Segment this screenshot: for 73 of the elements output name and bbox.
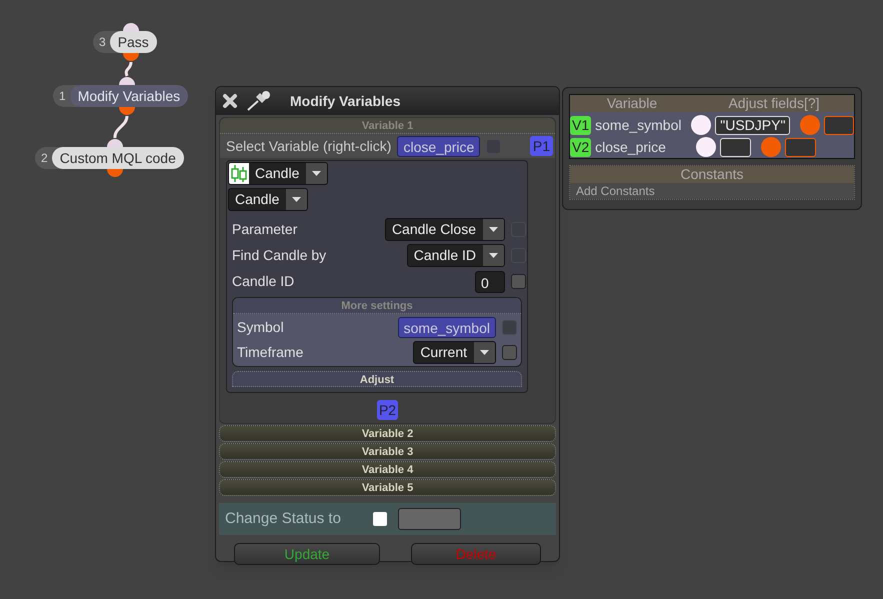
input-port[interactable] [119, 77, 135, 85]
column-header: Variable [606, 95, 658, 112]
node-number: 3 [98, 34, 107, 51]
variable-tag: V1 [570, 116, 592, 134]
output-port[interactable] [123, 53, 139, 61]
value-field[interactable] [785, 138, 816, 156]
input-port[interactable] [691, 115, 712, 135]
output-port[interactable] [107, 169, 123, 177]
section-header[interactable]: Adjust [232, 371, 522, 387]
caret-icon [292, 197, 302, 202]
flow-node[interactable]: 2 Custom MQL code [35, 147, 184, 169]
dropdown-value: Candle [254, 164, 300, 183]
variable-tag: V2 [570, 138, 592, 156]
value-field[interactable] [824, 116, 854, 134]
caret-icon [489, 227, 498, 232]
section-header[interactable]: Variable 5 [219, 479, 556, 496]
caret-icon [312, 171, 322, 176]
update-button[interactable]: Update [234, 543, 380, 565]
checkbox[interactable] [502, 345, 517, 360]
input-port[interactable] [107, 139, 123, 147]
dropdown[interactable]: Candle Close [384, 218, 505, 241]
input-port[interactable] [123, 23, 139, 31]
output-port[interactable] [119, 107, 135, 115]
caret-icon [489, 253, 498, 258]
output-port[interactable] [800, 115, 820, 135]
caret-icon [480, 350, 489, 355]
column-header: Adjust fields[?] [727, 95, 821, 112]
value-field[interactable]: "USDJPY" [715, 116, 790, 134]
close-icon[interactable] [222, 93, 238, 109]
dropdown-value: Candle Close [390, 220, 477, 239]
section-header[interactable]: Variable 4 [219, 461, 556, 478]
variable-field[interactable]: some_symbol [398, 317, 496, 338]
dropdown[interactable]: Candle ID [406, 244, 505, 267]
section-header[interactable]: Variable 2 [219, 425, 556, 442]
dropdown[interactable]: Candle [228, 162, 328, 185]
dropdown-value: Current [419, 343, 468, 362]
field-label: Candle ID [231, 272, 294, 291]
add-constants-link[interactable]: Add Constants [570, 183, 854, 199]
port-badge: P1 [530, 136, 553, 156]
node-label: Pass [110, 31, 157, 53]
input-port[interactable] [696, 137, 716, 157]
candlestick-icon [229, 163, 249, 184]
section-header[interactable]: Variable 3 [219, 443, 556, 460]
node-number: 2 [40, 150, 49, 167]
checkbox[interactable] [511, 274, 526, 289]
node-label: Modify Variables [70, 85, 188, 107]
variable-name: some_symbol [595, 116, 682, 135]
connector-line [114, 116, 128, 138]
field-label: Symbol [236, 318, 284, 337]
connector-line [124, 62, 132, 76]
output-port[interactable] [761, 137, 782, 157]
field-label: Find Candle by [231, 246, 326, 265]
number-field[interactable]: 0 [475, 270, 505, 292]
dropdown[interactable]: Candle [228, 188, 308, 211]
node-label: Custom MQL code [52, 147, 184, 169]
port-badge: P2 [376, 400, 398, 420]
checkbox[interactable] [373, 512, 387, 526]
flow-node[interactable]: 1 Modify Variables [53, 85, 188, 107]
dropdown-value: Candle ID [412, 246, 477, 265]
pin-icon[interactable] [246, 90, 272, 112]
window-title: Modify Variables [290, 92, 400, 111]
variable-name: close_price [595, 138, 667, 157]
status-field[interactable] [398, 508, 461, 530]
field-label: Change Status to [225, 508, 342, 529]
variable-field[interactable]: close_price [397, 136, 480, 156]
node-number: 1 [58, 88, 67, 105]
section-header: Constants [570, 166, 854, 183]
dropdown[interactable]: Current [413, 341, 496, 364]
dropdown-value: Candle [234, 190, 280, 209]
field-label: Timeframe [236, 343, 304, 362]
field-label: Select Variable (right-click) [225, 136, 392, 156]
flow-node[interactable]: 3 Pass [93, 31, 157, 53]
field-label: Parameter [231, 220, 298, 239]
